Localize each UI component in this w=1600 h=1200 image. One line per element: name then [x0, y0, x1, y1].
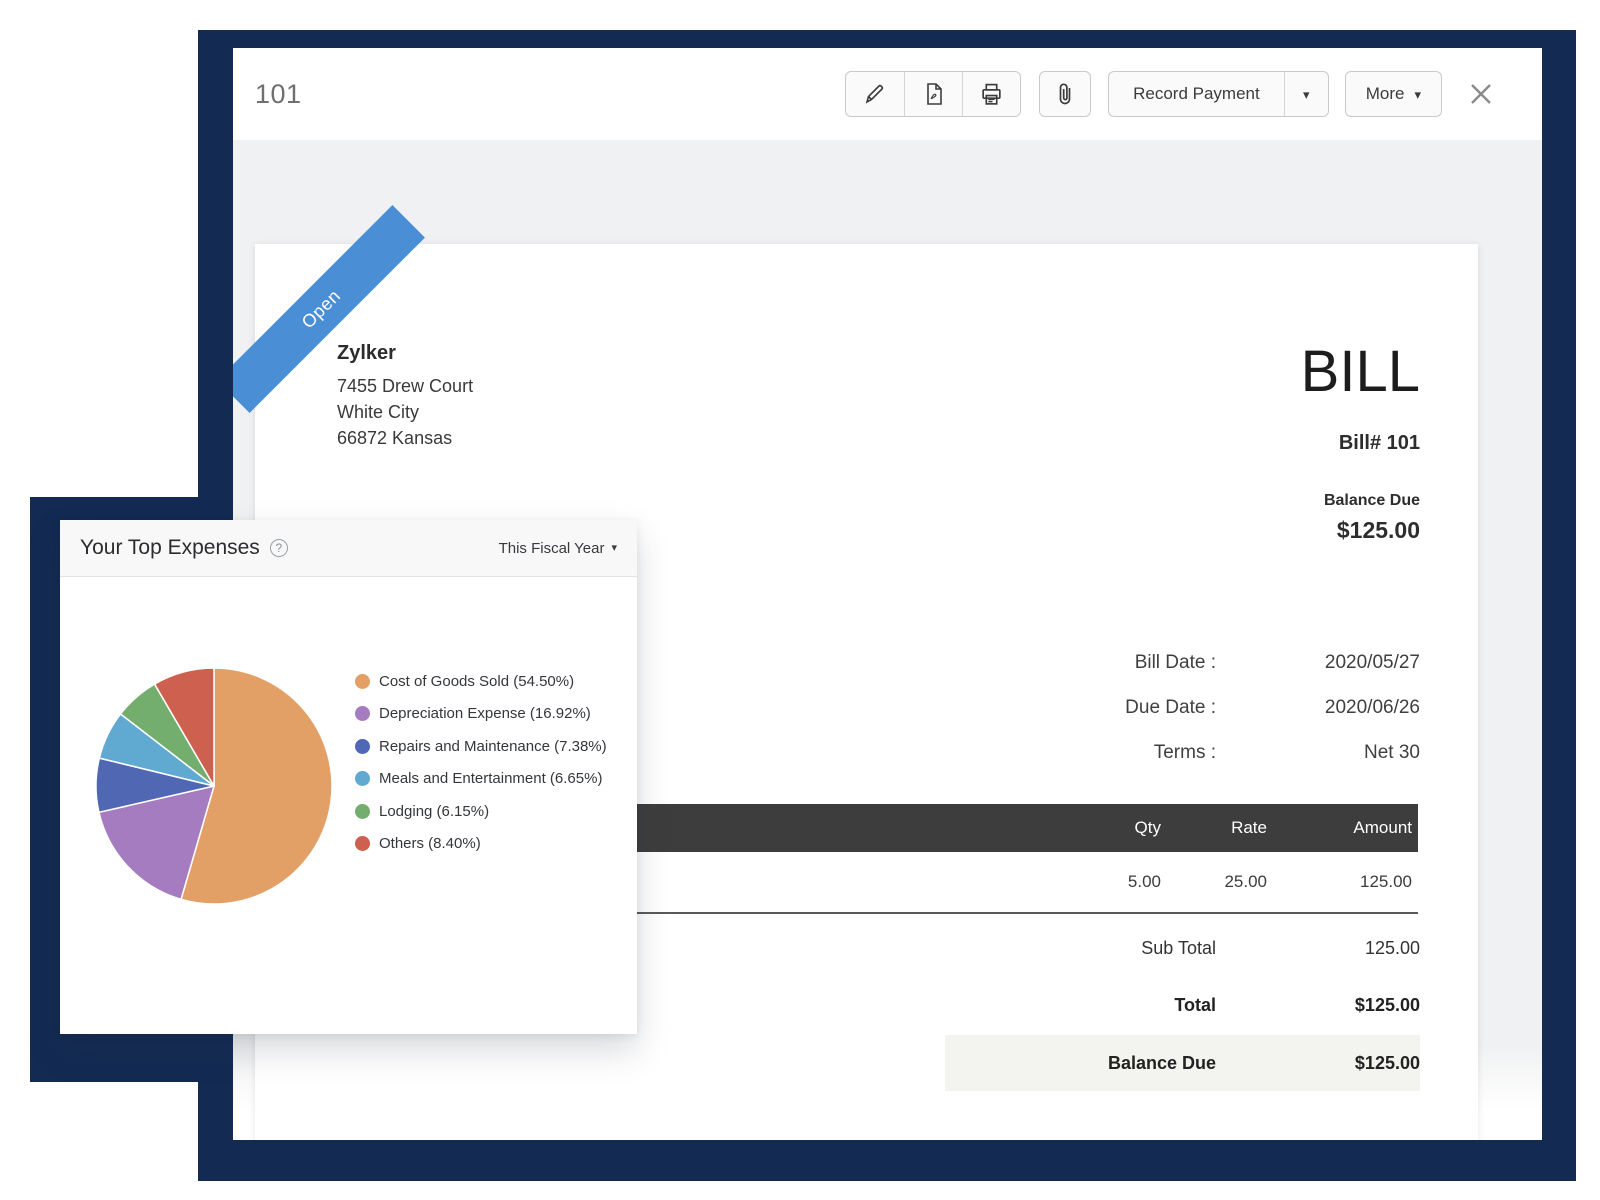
page: 101	[0, 0, 1600, 1200]
expenses-card-title: Your Top Expenses	[80, 536, 260, 560]
period-selector-label: This Fiscal Year	[499, 540, 605, 557]
legend-item: Depreciation Expense (16.92%)	[355, 698, 607, 731]
legend-label: Depreciation Expense (16.92%)	[379, 705, 591, 722]
attach-file-button[interactable]	[1039, 71, 1091, 117]
column-header-qty: Qty	[1055, 818, 1161, 838]
legend-label: Lodging (6.15%)	[379, 803, 489, 820]
legend-dot	[355, 674, 370, 689]
legend-item: Others (8.40%)	[355, 828, 607, 861]
legend-label: Others (8.40%)	[379, 835, 481, 852]
pie-legend: Cost of Goods Sold (54.50%) Depreciation…	[355, 665, 607, 860]
more-button[interactable]: More ▾	[1345, 71, 1442, 117]
navy-bracket-top	[30, 497, 233, 522]
bill-details: Bill Date : 2020/05/27 Due Date : 2020/0…	[916, 640, 1420, 775]
chevron-down-icon: ▾	[1303, 88, 1310, 101]
item-qty: 5.00	[1055, 872, 1161, 892]
more-label: More	[1366, 84, 1405, 104]
balance-due-amount: $125.00	[1324, 517, 1420, 544]
balance-due-label: Balance Due	[1324, 492, 1420, 510]
total-value: $125.00	[1216, 995, 1420, 1016]
record-payment-button[interactable]: Record Payment	[1109, 72, 1284, 116]
navy-bracket-bottom	[30, 1033, 233, 1082]
print-button[interactable]	[962, 72, 1020, 116]
expenses-pie-chart	[84, 656, 344, 916]
detail-label: Terms :	[916, 742, 1216, 764]
subtotal-label: Sub Total	[900, 938, 1216, 959]
legend-dot	[355, 771, 370, 786]
vendor-address-line: 66872 Kansas	[337, 425, 473, 451]
legend-item: Meals and Entertainment (6.65%)	[355, 763, 607, 796]
toolbar: 101	[233, 48, 1542, 140]
legend-item: Lodging (6.15%)	[355, 795, 607, 828]
printer-icon	[979, 82, 1004, 107]
legend-dot	[355, 836, 370, 851]
subtotal-row: Sub Total 125.00	[900, 920, 1420, 977]
icon-button-group	[845, 71, 1021, 117]
page-title-bill-number: 101	[255, 79, 302, 110]
balance-due-block: Balance Due $125.00	[1324, 492, 1420, 544]
close-icon	[1468, 81, 1494, 107]
status-badge-open: Open	[233, 205, 425, 413]
legend-dot	[355, 804, 370, 819]
paperclip-icon	[1054, 81, 1076, 107]
detail-row-terms: Terms : Net 30	[916, 730, 1420, 775]
total-label: Total	[900, 995, 1216, 1016]
legend-label: Repairs and Maintenance (7.38%)	[379, 738, 607, 755]
detail-label: Due Date :	[916, 697, 1216, 719]
record-payment-split-button: Record Payment ▾	[1108, 71, 1329, 117]
item-rate: 25.00	[1161, 872, 1267, 892]
pdf-file-icon	[922, 82, 946, 106]
detail-row-bill-date: Bill Date : 2020/05/27	[916, 640, 1420, 685]
detail-value: 2020/05/27	[1216, 652, 1420, 674]
chevron-down-icon: ▾	[611, 543, 617, 554]
detail-value: Net 30	[1216, 742, 1420, 764]
help-icon[interactable]: ?	[270, 539, 288, 557]
close-button[interactable]	[1464, 77, 1498, 111]
item-amount: 125.00	[1267, 872, 1418, 892]
record-payment-label: Record Payment	[1133, 84, 1260, 104]
legend-item: Repairs and Maintenance (7.38%)	[355, 730, 607, 763]
legend-dot	[355, 706, 370, 721]
navy-bracket-left	[30, 497, 60, 1082]
legend-item: Cost of Goods Sold (54.50%)	[355, 665, 607, 698]
subtotal-value: 125.00	[1216, 938, 1420, 959]
total-row: Total $125.00	[900, 977, 1420, 1034]
pencil-icon	[863, 82, 887, 106]
legend-dot	[355, 739, 370, 754]
detail-value: 2020/06/26	[1216, 697, 1420, 719]
balance-row-label: Balance Due	[945, 1053, 1216, 1074]
legend-label: Meals and Entertainment (6.65%)	[379, 770, 602, 787]
edit-button[interactable]	[846, 72, 904, 116]
status-ribbon: Open	[255, 244, 435, 424]
toolbar-actions: Record Payment ▾ More ▾	[845, 71, 1498, 117]
chevron-down-icon: ▾	[1414, 88, 1421, 101]
totals-summary: Sub Total 125.00 Total $125.00 Balance D…	[900, 920, 1420, 1091]
bill-reference: Bill# 101	[1339, 432, 1420, 455]
detail-label: Bill Date :	[916, 652, 1216, 674]
balance-due-row: Balance Due $125.00	[945, 1035, 1420, 1091]
detail-row-due-date: Due Date : 2020/06/26	[916, 685, 1420, 730]
record-payment-dropdown-button[interactable]: ▾	[1284, 72, 1328, 116]
period-selector[interactable]: This Fiscal Year ▾	[499, 540, 617, 557]
legend-label: Cost of Goods Sold (54.50%)	[379, 673, 574, 690]
expenses-card-header: Your Top Expenses ? This Fiscal Year ▾	[60, 520, 637, 577]
column-header-rate: Rate	[1161, 818, 1267, 838]
top-expenses-card: Your Top Expenses ? This Fiscal Year ▾ C…	[60, 520, 637, 1034]
column-header-amount: Amount	[1267, 818, 1418, 838]
pdf-button[interactable]	[904, 72, 962, 116]
document-title: BILL	[1301, 338, 1420, 405]
balance-row-value: $125.00	[1216, 1053, 1420, 1074]
